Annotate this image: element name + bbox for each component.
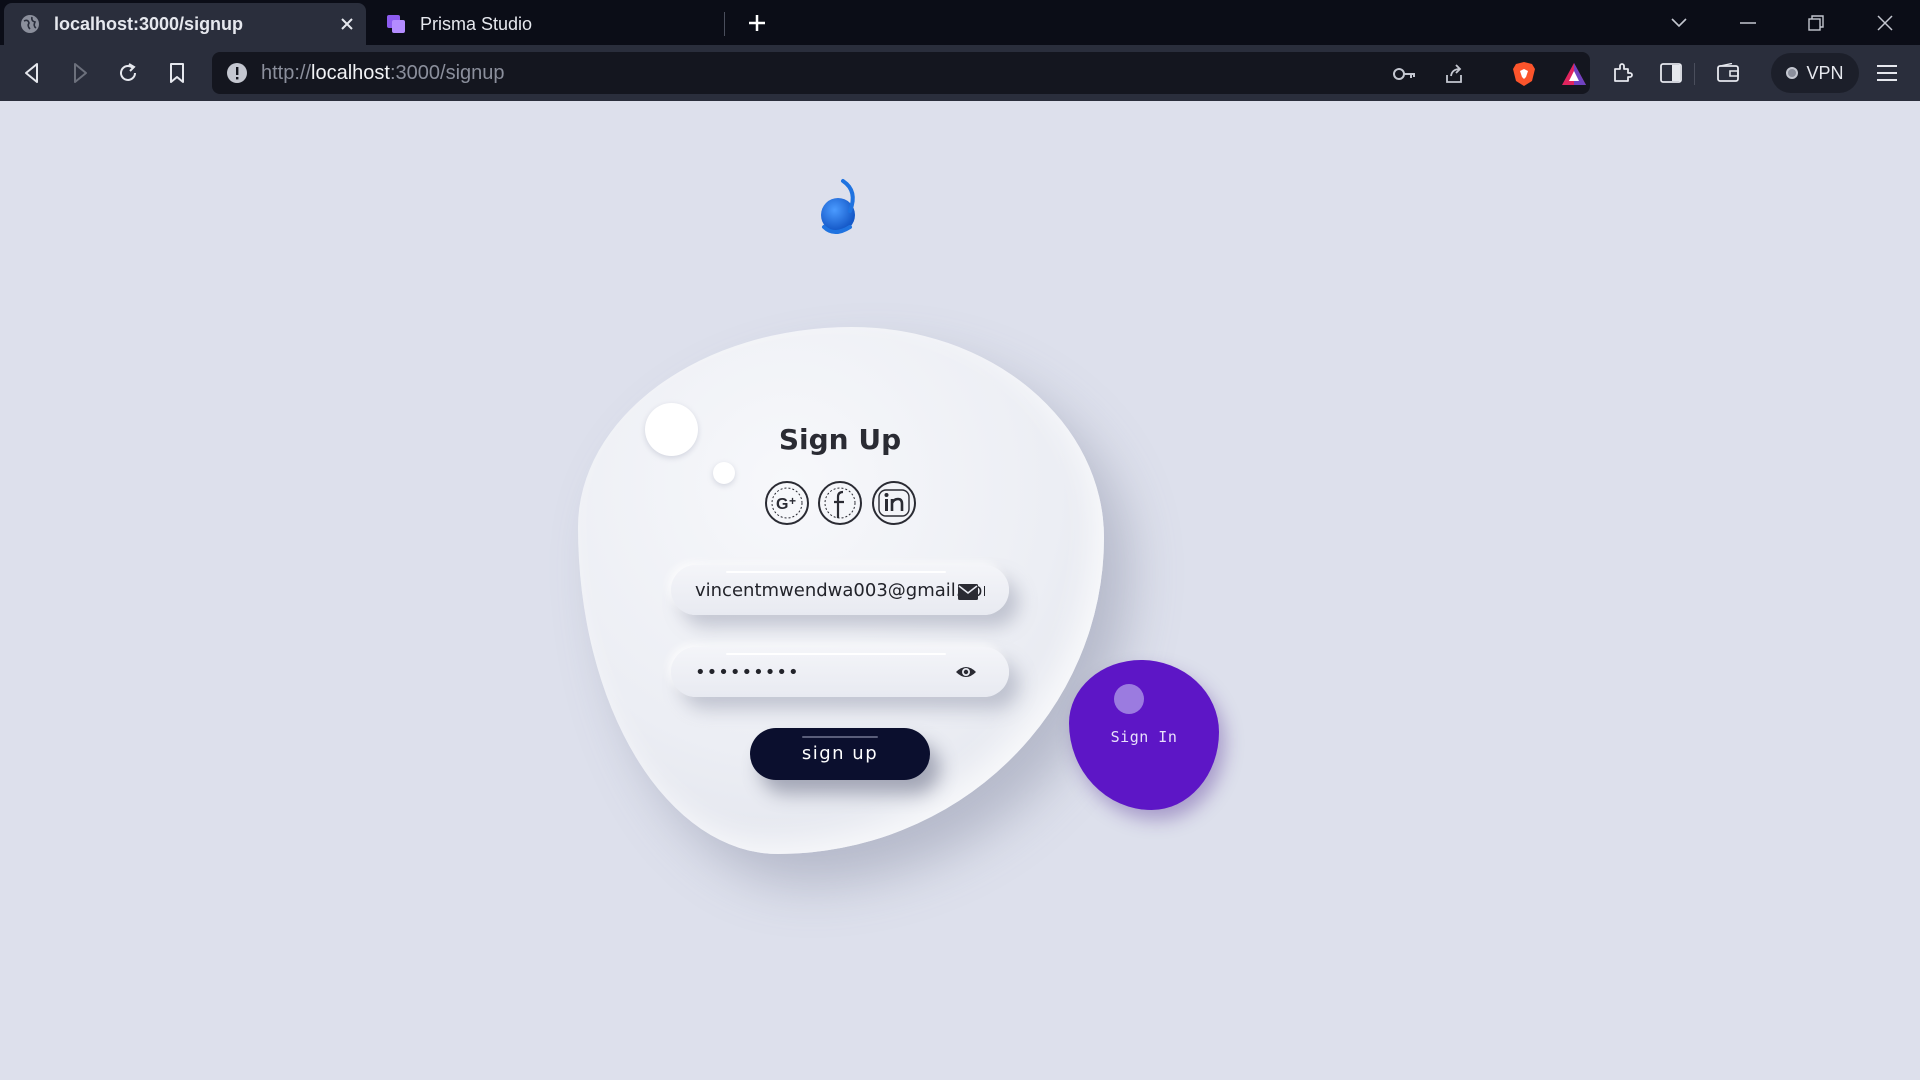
facebook-icon xyxy=(824,487,856,519)
url-divider xyxy=(1694,63,1695,85)
close-window-button[interactable] xyxy=(1868,8,1902,38)
hamburger-menu-icon xyxy=(1877,65,1897,81)
svg-text:G: G xyxy=(776,496,788,513)
vpn-label: VPN xyxy=(1806,62,1844,83)
url-text: http://localhost:3000/signup xyxy=(261,62,505,84)
signin-label: Sign In xyxy=(1110,728,1178,746)
tab-divider xyxy=(724,12,725,36)
close-tab-icon[interactable] xyxy=(336,13,358,35)
tab-bar: localhost:3000/signup Prisma Studio xyxy=(0,0,1920,45)
wallet-icon xyxy=(1717,63,1739,82)
tab-list-button[interactable] xyxy=(1662,8,1696,38)
vpn-status-icon xyxy=(1786,67,1799,79)
plus-icon xyxy=(749,15,765,31)
decor-dot xyxy=(1114,684,1144,714)
back-arrow-icon xyxy=(25,63,38,83)
new-tab-button[interactable] xyxy=(742,10,772,36)
envelope-icon xyxy=(957,582,979,602)
google-icon: G + xyxy=(771,487,803,519)
password-input[interactable] xyxy=(695,659,985,685)
prisma-icon xyxy=(387,15,405,33)
email-input[interactable] xyxy=(695,577,985,603)
signin-button[interactable]: Sign In xyxy=(1069,660,1219,810)
field-highlight xyxy=(726,653,946,655)
eye-icon[interactable] xyxy=(955,662,977,682)
tab-prisma-studio[interactable]: Prisma Studio xyxy=(370,3,724,45)
sidebar-button[interactable] xyxy=(1655,57,1687,89)
bookmark-icon xyxy=(170,63,184,83)
vpn-button[interactable]: VPN xyxy=(1771,53,1859,93)
facebook-signup-button[interactable] xyxy=(818,481,862,525)
share-icon[interactable] xyxy=(1441,61,1467,87)
chevron-down-icon xyxy=(1671,18,1687,28)
restore-icon xyxy=(1808,15,1824,31)
reload-button[interactable] xyxy=(112,57,144,89)
site-info-icon[interactable] xyxy=(226,62,248,84)
page-title: Sign Up xyxy=(778,423,902,456)
page-content: Sign Up G + sig xyxy=(0,101,1920,1080)
decor-bubble-large xyxy=(645,403,698,456)
linkedin-signup-button[interactable] xyxy=(872,481,916,525)
decor-bubble-small xyxy=(713,462,735,484)
address-bar[interactable]: http://localhost:3000/signup xyxy=(212,52,1695,94)
tab-signup[interactable]: localhost:3000/signup xyxy=(4,3,366,45)
minimize-button[interactable] xyxy=(1731,8,1765,38)
extensions-button[interactable] xyxy=(1607,57,1639,89)
restore-button[interactable] xyxy=(1799,8,1833,38)
brave-shields-icon[interactable] xyxy=(1511,61,1537,87)
google-signup-button[interactable]: G + xyxy=(765,481,809,525)
bookmark-button[interactable] xyxy=(161,57,193,89)
puzzle-icon xyxy=(1614,63,1633,82)
wallet-button[interactable] xyxy=(1712,57,1744,89)
sidebar-icon xyxy=(1660,63,1682,83)
app-logo-icon xyxy=(821,179,855,234)
minimize-icon xyxy=(1740,22,1756,24)
forward-button[interactable] xyxy=(64,57,96,89)
brave-rewards-icon[interactable] xyxy=(1561,61,1587,87)
close-icon xyxy=(1877,15,1893,31)
tab-title: localhost:3000/signup xyxy=(54,13,244,34)
svg-text:+: + xyxy=(789,494,796,508)
field-highlight xyxy=(726,571,946,573)
button-highlight xyxy=(802,736,878,738)
linkedin-icon xyxy=(878,489,910,517)
forward-arrow-icon xyxy=(74,63,87,83)
globe-icon xyxy=(21,15,39,33)
reload-icon xyxy=(120,63,136,81)
password-key-icon[interactable] xyxy=(1392,61,1418,87)
menu-button[interactable] xyxy=(1871,57,1903,89)
signup-button-label: sign up xyxy=(801,743,879,764)
tab-title: Prisma Studio xyxy=(420,13,533,34)
password-field[interactable] xyxy=(671,647,1009,697)
back-button[interactable] xyxy=(16,57,48,89)
browser-toolbar: http://localhost:3000/signup VPN xyxy=(0,45,1920,101)
signup-button[interactable]: sign up xyxy=(750,728,930,780)
